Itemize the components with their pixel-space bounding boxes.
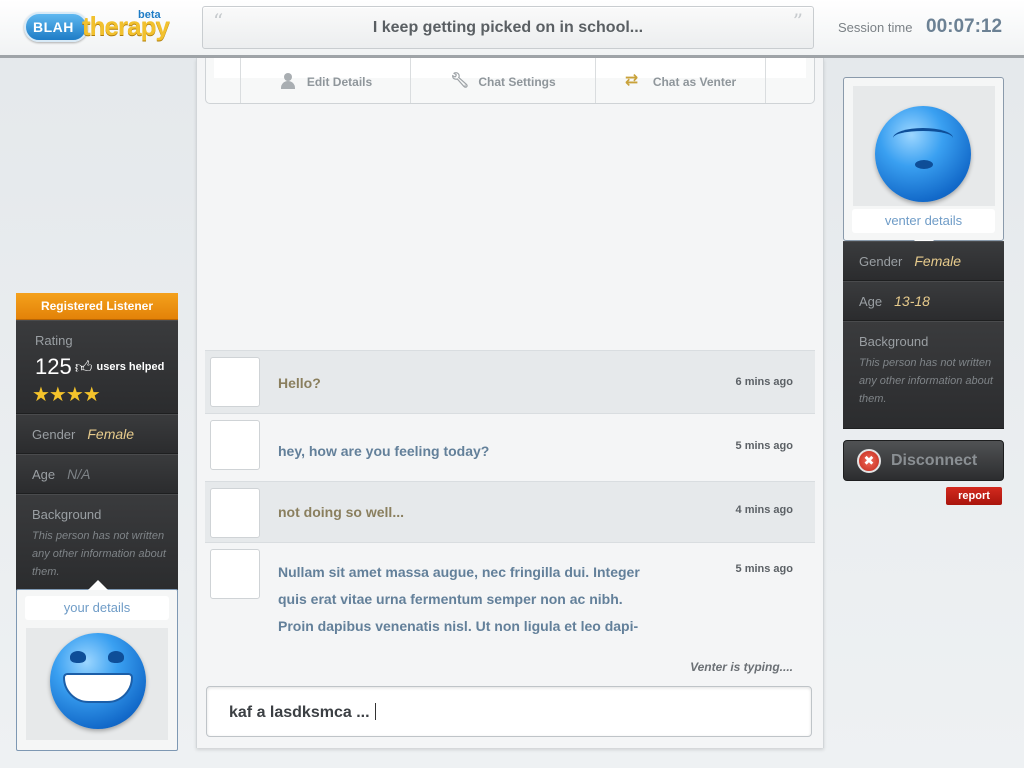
message-time: 5 mins ago	[735, 563, 793, 575]
venter-details-label[interactable]: venter details	[852, 209, 995, 233]
your-details-label[interactable]: your details	[25, 596, 169, 620]
session-time-label: Session time	[838, 20, 913, 35]
gender-value: Female	[87, 426, 135, 442]
edit-details-label: Edit Details	[306, 75, 373, 89]
message-text: Nullam sit amet massa augue, nec fringil…	[278, 559, 640, 640]
message-input-value[interactable]: kaf a lasdksmca ...	[229, 703, 376, 722]
rating-section: Rating 125 👍︎ users helped ★★★★	[16, 320, 178, 414]
gender-label: Gender	[859, 253, 903, 269]
listener-panel: Registered Listener Rating 125 👍︎ users …	[16, 293, 178, 590]
listener-avatar-frame	[26, 628, 168, 740]
logo[interactable]: BLAH therapy beta	[24, 7, 170, 47]
message-list: Hello? 6 mins ago hey, how are you feeli…	[205, 350, 815, 643]
swap-icon: ⇄	[624, 72, 639, 89]
edit-details-button[interactable]: Edit Details	[240, 58, 410, 103]
message-row: not doing so well... 4 mins ago	[205, 481, 815, 543]
star-rating: ★★★★	[32, 384, 101, 406]
message-time: 6 mins ago	[735, 376, 793, 388]
avatar-mouth	[915, 160, 933, 169]
thumbs-up-icon: 👍︎	[74, 357, 93, 377]
background-text: This person has not written any other in…	[32, 530, 166, 578]
message-row: Hello? 6 mins ago	[205, 350, 815, 414]
background-text: This person has not written any other in…	[859, 357, 993, 405]
message-avatar	[210, 357, 260, 407]
rating-label: Rating	[35, 333, 73, 348]
message-text: not doing so well...	[278, 499, 404, 526]
disconnect-label: Disconnect	[891, 451, 978, 469]
listener-age-row: Age N/A	[16, 454, 178, 494]
report-button[interactable]: report	[946, 487, 1002, 505]
background-label: Background	[32, 507, 102, 522]
text-cursor	[374, 703, 376, 720]
close-quote-icon: ”	[792, 9, 803, 33]
avatar-eye	[70, 651, 86, 663]
venter-background-row: Background This person has not written a…	[843, 321, 1004, 429]
logo-primary-text: BLAH	[33, 19, 74, 35]
gender-label: Gender	[32, 426, 76, 442]
message-line: Nullam sit amet massa augue, nec fringil…	[278, 564, 640, 580]
sad-avatar-icon	[875, 106, 971, 202]
person-icon	[279, 73, 297, 89]
listener-background-row: Background This person has not written a…	[16, 494, 178, 590]
grinning-avatar-icon	[50, 633, 146, 729]
your-details-card[interactable]: your details	[16, 580, 178, 751]
chat-settings-button[interactable]: 🔧︎ Chat Settings	[410, 58, 595, 103]
avatar-eyes	[893, 128, 953, 148]
avatar-eye	[108, 651, 124, 663]
top-bar: BLAH therapy beta “ I keep getting picke…	[0, 0, 1024, 58]
wrench-icon: 🔧︎	[450, 72, 470, 89]
rating-count: 125	[35, 354, 72, 379]
message-line: hey, how are you feeling today?	[278, 443, 490, 459]
registered-listener-header: Registered Listener	[16, 293, 178, 320]
session-timer: 00:07:12	[926, 16, 1003, 37]
message-avatar	[210, 549, 260, 599]
message-avatar	[210, 488, 260, 538]
listener-gender-row: Gender Female	[16, 414, 178, 454]
message-row: hey, how are you feeling today? 5 mins a…	[205, 414, 815, 481]
avatar-grin	[63, 673, 133, 703]
age-value: 13-18	[894, 293, 930, 309]
chat-as-venter-button[interactable]: ⇄ Chat as Venter	[595, 58, 766, 103]
message-time: 5 mins ago	[735, 440, 793, 452]
age-value: N/A	[67, 466, 91, 482]
session-topic: “ I keep getting picked on in school... …	[202, 6, 814, 49]
venter-age-row: Age 13-18	[843, 281, 1004, 321]
message-line: quis erat vitae urna fermentum semper no…	[278, 591, 623, 607]
topic-text: I keep getting picked on in school...	[372, 19, 644, 36]
message-avatar	[210, 420, 260, 470]
rating-row: 125 👍︎ users helped	[35, 354, 178, 380]
close-icon: ✖	[857, 448, 881, 473]
typing-indicator: Venter is typing....	[690, 660, 793, 674]
venter-details-card[interactable]: venter details	[843, 77, 1004, 250]
chat-panel: Edit Details 🔧︎ Chat Settings ⇄ Chat as …	[196, 58, 824, 748]
message-line: not doing so well...	[278, 504, 404, 520]
chat-toolbar: Edit Details 🔧︎ Chat Settings ⇄ Chat as …	[205, 58, 815, 104]
beta-badge: beta	[138, 9, 161, 21]
message-time: 4 mins ago	[735, 504, 793, 516]
message-text: hey, how are you feeling today?	[278, 438, 489, 465]
disconnect-button[interactable]: ✖ Disconnect	[843, 440, 1004, 481]
age-label: Age	[32, 466, 56, 482]
message-line: Hello?	[278, 375, 321, 391]
venter-panel: venter details Gender Female Age 13-18 B…	[843, 77, 1004, 429]
message-row: Nullam sit amet massa augue, nec fringil…	[205, 543, 815, 643]
rating-suffix: users helped	[96, 361, 165, 373]
message-text: Hello?	[278, 370, 321, 397]
venter-avatar-frame	[853, 86, 995, 206]
chat-settings-label: Chat Settings	[478, 75, 556, 89]
age-label: Age	[859, 293, 883, 309]
message-line: Proin dapibus venenatis nisl. Ut non lig…	[278, 618, 639, 634]
venter-gender-row: Gender Female	[843, 241, 1004, 281]
message-input[interactable]: kaf a lasdksmca ...	[206, 686, 812, 737]
background-label: Background	[859, 334, 929, 349]
chat-as-venter-label: Chat as Venter	[652, 75, 737, 89]
gender-value: Female	[914, 253, 962, 269]
